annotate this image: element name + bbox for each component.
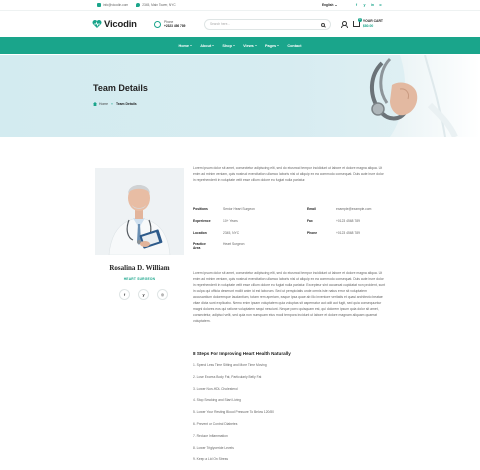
nav-label: Home	[178, 43, 190, 48]
chevron-down-icon	[233, 45, 236, 46]
nav-contact[interactable]: Contact	[287, 44, 301, 48]
cart-count-badge: 0	[357, 18, 362, 22]
email-text: info@vicodin.com	[103, 3, 129, 7]
list-item: 1. Spend Less Time Sitting and More Time…	[193, 363, 267, 367]
heart-logo-icon	[92, 20, 102, 28]
info-value[interactable]: example@example.com	[336, 207, 371, 211]
intro-paragraph: Lorem ipsum dolor sit amet, consectetur …	[193, 166, 384, 182]
info-row: Experience 10+ Years Fax +0123 4568 789	[193, 219, 386, 231]
doctor-stethoscope-image	[370, 55, 480, 137]
info-row: Location 2345, NYC Phone +0123 4568 789	[193, 231, 386, 243]
mail-icon	[97, 3, 101, 7]
chevron-down-icon	[277, 45, 280, 46]
steps-list: 1. Spend Less Time Sitting and More Time…	[193, 363, 386, 469]
list-item: 3. Lower Non-HDL Cholesterol	[193, 386, 238, 391]
language-label: English	[321, 3, 334, 7]
nav-label: Views	[243, 43, 254, 48]
list-item: 2. Lose Excess Body Fat, Particularly Be…	[193, 374, 262, 379]
info-key: Experience	[193, 218, 211, 223]
info-key: Positions	[193, 207, 208, 211]
chevron-down-icon	[212, 45, 215, 46]
facebook-icon[interactable]: f	[354, 3, 359, 8]
info-key: Phone	[307, 230, 318, 235]
search-icon[interactable]	[321, 22, 325, 27]
site-header: Vicodin Phone +2323 456 789 Search here.…	[0, 11, 480, 37]
list-item: 8. Lower Triglyceride Levels	[193, 445, 234, 450]
info-value: Senior Heart Surgeon	[223, 207, 255, 211]
doctor-photo	[95, 168, 184, 255]
info-value[interactable]: +0123 4568 789	[336, 231, 360, 235]
phone-info[interactable]: Phone +2323 456 789	[154, 20, 202, 29]
info-table: Positions Senior Heart Surgeon Email exa…	[193, 207, 386, 254]
info-value: 10+ Years	[223, 218, 238, 223]
doctor-name: Rosalina D. William	[109, 264, 170, 272]
page-title: Team Details	[93, 83, 148, 93]
steps-heading: 8 Steps For Improving Heart Health Natur…	[193, 351, 291, 356]
nav-home[interactable]: Home	[179, 44, 193, 48]
instagram-icon[interactable]: ◎	[157, 289, 168, 300]
logo-text: Vicodin	[104, 18, 137, 30]
info-key: Location	[193, 230, 207, 235]
logo[interactable]: Vicodin	[92, 19, 152, 30]
doctor-social-links: f y ◎	[115, 289, 172, 300]
doctor-role: HEART SURGEON	[123, 277, 156, 281]
list-item: 6. Prevent or Control Diabetes	[193, 421, 238, 426]
address-text: 2345, Main Tower, NYC	[142, 3, 176, 7]
info-value: 2345, NYC	[223, 230, 240, 235]
nav-shop[interactable]: Shop	[222, 43, 236, 48]
nav-about[interactable]: About	[200, 43, 215, 48]
user-icon[interactable]	[341, 21, 349, 28]
nav-pages[interactable]: Pages	[264, 43, 280, 48]
address-info: 2345, Main Tower, NYC	[136, 3, 176, 7]
info-key: Practice Area	[193, 242, 206, 251]
chevron-down-icon	[254, 45, 257, 46]
email-info[interactable]: info@vicodin.com	[97, 3, 128, 7]
cart-amount: $80.00	[362, 24, 374, 28]
info-key: Email	[307, 207, 316, 211]
top-bar: info@vicodin.com 2345, Main Tower, NYC E…	[0, 0, 480, 11]
home-icon	[93, 102, 97, 106]
info-value: Heart Surgeon	[223, 242, 245, 247]
phone-icon	[154, 20, 161, 28]
nav-label: Contact	[287, 43, 302, 48]
main-nav: Home About Shop Views Pages Contact	[0, 37, 480, 54]
chevron-down-icon	[335, 4, 337, 6]
body-paragraph: Lorem ipsum dolor sit amet, consectetur …	[193, 271, 386, 323]
breadcrumb-separator: »	[111, 102, 113, 106]
nav-label: Shop	[222, 43, 232, 48]
info-value: +0123 4568 789	[336, 218, 360, 223]
location-icon	[136, 3, 141, 7]
cart-button[interactable]: 0 YOUR CART $80.00	[352, 18, 383, 28]
search-input[interactable]: Search here...	[204, 18, 331, 30]
list-item: 7. Reduce Inflammation	[193, 433, 228, 438]
list-item: 4. Stop Smoking and Start Living	[193, 398, 242, 403]
phone-number: +2323 456 789	[164, 24, 186, 28]
nav-label: About	[200, 43, 212, 48]
cart-icon: 0	[352, 18, 362, 27]
breadcrumb-current: Team Details	[115, 102, 137, 106]
list-item: 9. Keep a Lid On Stress	[193, 457, 229, 462]
doctor-portrait-image	[95, 168, 184, 255]
nav-label: Pages	[264, 43, 277, 48]
info-row: Positions Senior Heart Surgeon Email exa…	[193, 207, 386, 219]
instagram-icon[interactable]: o	[378, 3, 383, 8]
nav-views[interactable]: Views	[243, 44, 257, 48]
info-key: Fax	[307, 218, 313, 223]
breadcrumb: Home » Team Details	[93, 102, 137, 106]
search-placeholder: Search here...	[210, 22, 231, 26]
language-select[interactable]: English	[322, 3, 337, 7]
page-banner: Team Details Home » Team Details	[0, 55, 480, 137]
linkedin-icon[interactable]: in	[370, 3, 375, 8]
twitter-icon[interactable]: y	[362, 3, 367, 8]
list-item: 5. Lower Your Resting Blood Pressure To …	[193, 410, 274, 415]
info-row: Practice Area Heart Surgeon	[193, 242, 386, 254]
facebook-icon[interactable]: f	[119, 289, 130, 300]
chevron-down-icon	[190, 45, 193, 46]
breadcrumb-home[interactable]: Home	[99, 102, 108, 106]
twitter-icon[interactable]: y	[138, 289, 149, 300]
